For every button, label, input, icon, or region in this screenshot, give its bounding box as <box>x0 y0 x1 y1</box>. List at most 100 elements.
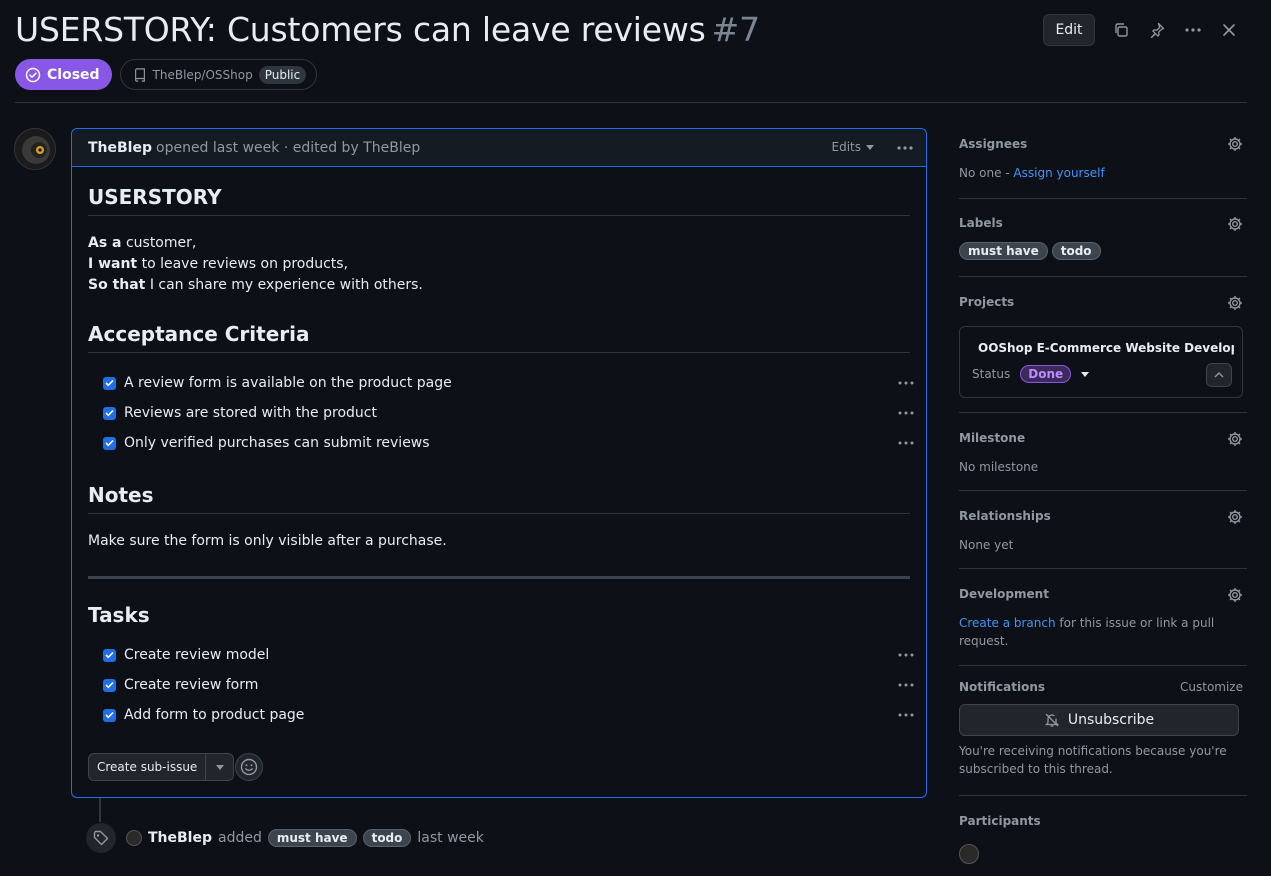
edits-label: Edits <box>831 140 862 154</box>
pin-icon[interactable] <box>1139 14 1175 46</box>
task-more-icon[interactable] <box>895 400 917 426</box>
task-item: A review form is available on the produc… <box>88 370 916 396</box>
task-more-icon[interactable] <box>895 430 917 456</box>
notification-reason: You're receiving notifications because y… <box>959 744 1227 776</box>
notes-paragraph: Make sure the form is only visible after… <box>88 533 447 549</box>
assignees-value: No one - Assign yourself <box>959 166 1105 180</box>
project-status: Status Done <box>972 365 1090 383</box>
comment-more-icon[interactable] <box>892 135 918 161</box>
project-title[interactable]: OOShop E-Commerce Website Develop... <box>972 340 1234 355</box>
header-actions: Edit <box>1043 14 1247 46</box>
status-badge-label: Closed <box>47 66 100 83</box>
unsubscribe-button[interactable]: Unsubscribe <box>959 704 1239 736</box>
status-label: Status <box>972 367 1011 381</box>
label-must-have[interactable]: must have <box>959 242 1048 260</box>
participant-avatar[interactable] <box>959 844 979 864</box>
author-avatar[interactable] <box>14 128 56 170</box>
task-item: Only verified purchases can submit revie… <box>88 430 916 456</box>
repo-name: TheBlep/OSShop <box>152 67 253 82</box>
gear-icon[interactable] <box>1227 587 1243 603</box>
event-time: last week <box>417 830 484 846</box>
heading-acceptance-criteria: Acceptance Criteria <box>88 322 910 353</box>
gear-icon[interactable] <box>1227 509 1243 525</box>
participants-section: Participants <box>959 796 1247 876</box>
closed-check-icon <box>25 67 41 82</box>
issue-body-comment: TheBlep opened last week · edited by The… <box>71 128 927 798</box>
add-reaction-smiley-icon[interactable] <box>235 753 263 781</box>
close-icon[interactable] <box>1211 14 1247 46</box>
more-options-icon[interactable] <box>1175 14 1211 46</box>
gear-icon[interactable] <box>1227 136 1243 152</box>
unsubscribe-label: Unsubscribe <box>1067 712 1155 728</box>
customize-link[interactable]: Customize <box>1180 680 1243 694</box>
task-label: A review form is available on the produc… <box>124 375 452 391</box>
story-line: I want to leave reviews on products, <box>88 256 349 272</box>
checkbox-checked[interactable] <box>103 406 116 420</box>
heading-tasks: Tasks <box>88 603 150 627</box>
label-todo[interactable]: todo <box>1051 242 1101 260</box>
event-actor[interactable]: TheBlep <box>148 830 212 846</box>
task-item: Reviews are stored with the product <box>88 400 916 426</box>
checkbox-checked[interactable] <box>103 436 116 450</box>
relationships-heading: Relationships <box>959 509 1051 523</box>
comment-author[interactable]: TheBlep <box>88 140 152 156</box>
edit-button[interactable]: Edit <box>1043 14 1095 46</box>
heading-notes: Notes <box>88 483 910 514</box>
header-divider <box>15 102 1247 103</box>
triangle-down-icon <box>866 144 874 150</box>
issue-title: USERSTORY: Customers can leave reviews #7 <box>15 10 760 49</box>
gear-icon[interactable] <box>1227 216 1243 232</box>
labels-list: must have todo <box>959 242 1101 260</box>
gear-icon[interactable] <box>1227 431 1243 447</box>
story-line: So that I can share my experience with o… <box>88 277 423 293</box>
story-line: As a customer, <box>88 235 197 251</box>
sub-issue-dropdown-icon[interactable] <box>206 753 235 781</box>
assign-yourself-link[interactable]: Assign yourself <box>1013 166 1104 180</box>
milestone-heading: Milestone <box>959 431 1026 445</box>
labels-section: Labels must have todo <box>959 199 1247 277</box>
task-more-icon[interactable] <box>895 702 917 728</box>
status-done-badge[interactable]: Done <box>1020 365 1072 383</box>
development-section: Development Create a branch for this iss… <box>959 569 1247 666</box>
create-sub-issue-group: Create sub-issue <box>88 753 235 781</box>
issue-title-text: USERSTORY: Customers can leave reviews <box>15 10 706 49</box>
checkbox-checked[interactable] <box>103 708 116 722</box>
status-row: Closed TheBlep/OSShop Public <box>15 59 318 90</box>
label-must-have[interactable]: must have <box>267 829 357 847</box>
story-paragraph: As a customer, I want to leave reviews o… <box>88 233 423 296</box>
task-label: Add form to product page <box>124 707 305 723</box>
timeline-event: TheBlep added must have todo last week <box>86 823 484 853</box>
horizontal-rule <box>88 576 910 579</box>
task-label: Create review form <box>124 677 259 693</box>
heading-userstory: USERSTORY <box>88 185 910 216</box>
actor-avatar[interactable] <box>126 830 142 846</box>
create-sub-issue-button[interactable]: Create sub-issue <box>88 753 207 781</box>
event-action: added <box>218 830 262 846</box>
triangle-down-icon[interactable] <box>1081 371 1090 377</box>
project-name: OOShop E-Commerce Website Develop... <box>978 340 1234 355</box>
milestone-value: No milestone <box>959 460 1039 474</box>
task-more-icon[interactable] <box>895 370 917 396</box>
task-item: Create review model <box>88 642 916 668</box>
gear-icon[interactable] <box>1227 295 1243 311</box>
project-card[interactable]: OOShop E-Commerce Website Develop... Sta… <box>959 326 1243 398</box>
edits-dropdown[interactable]: Edits <box>831 140 874 154</box>
tag-icon <box>86 823 116 853</box>
label-todo[interactable]: todo <box>362 829 412 847</box>
labels-heading: Labels <box>959 216 1003 230</box>
task-more-icon[interactable] <box>895 672 917 698</box>
checkbox-checked[interactable] <box>103 376 116 390</box>
checkbox-checked[interactable] <box>103 678 116 692</box>
checkbox-checked[interactable] <box>103 648 116 662</box>
task-more-icon[interactable] <box>895 642 917 668</box>
bell-slash-icon <box>1044 713 1059 727</box>
relationships-value: None yet <box>959 538 1014 552</box>
chevron-up-icon[interactable] <box>1206 363 1232 387</box>
repo-chip[interactable]: TheBlep/OSShop Public <box>119 59 318 90</box>
create-branch-link[interactable]: Create a branch <box>959 616 1056 630</box>
copy-link-icon[interactable] <box>1103 14 1139 46</box>
development-value: Create a branch for this issue or link a… <box>959 616 1215 648</box>
comment-header: TheBlep opened last week · edited by The… <box>72 129 926 167</box>
assignees-heading: Assignees <box>959 137 1028 151</box>
task-item: Create review form <box>88 672 916 698</box>
